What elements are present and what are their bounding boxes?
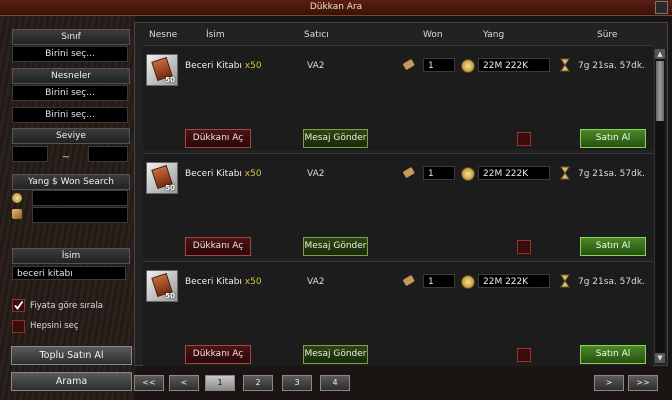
bulk-buy-button[interactable]: Toplu Satın Al — [11, 346, 132, 365]
open-shop-button[interactable]: Dükkanı Aç — [185, 237, 251, 256]
time-remaining: 7g 21sa. 57dk. — [578, 277, 645, 287]
listing-row: 50 Beceri Kitabı x50 VA2 1 22M 222K 7g 2… — [143, 153, 653, 258]
name-search-input[interactable]: beceri kitabı — [12, 266, 126, 280]
won-icon — [403, 59, 415, 70]
item-name: Beceri Kitabı x50 — [185, 277, 262, 287]
level-label: Seviye — [12, 128, 130, 144]
won-price: 1 — [423, 58, 455, 72]
scroll-down-icon[interactable]: ▼ — [655, 353, 665, 363]
page-button-3[interactable]: 3 — [282, 375, 312, 391]
class-select[interactable]: Birini seç... — [12, 46, 128, 62]
skill-book-icon: 50 — [146, 54, 178, 86]
column-header-item: Nesne — [149, 30, 178, 40]
scroll-up-icon[interactable]: ▲ — [655, 49, 665, 59]
column-header-time: Süre — [597, 30, 618, 40]
column-header-name: İsim — [206, 30, 225, 40]
item-subcategory-select[interactable]: Birini seç... — [12, 107, 128, 123]
time-remaining: 7g 21sa. 57dk. — [578, 169, 645, 179]
won-search-input[interactable] — [32, 207, 128, 223]
buy-button[interactable]: Satın Al — [580, 129, 646, 148]
page-button-4[interactable]: 4 — [320, 375, 350, 391]
level-min-input[interactable] — [12, 146, 48, 162]
won-search-label: Yang $ Won Search — [12, 174, 130, 190]
row-select-checkbox[interactable] — [517, 348, 531, 362]
open-shop-button[interactable]: Dükkanı Aç — [185, 345, 251, 364]
won-icon — [403, 167, 415, 178]
row-select-checkbox[interactable] — [517, 240, 531, 254]
checkmark-icon — [14, 300, 24, 310]
item-count: 50 — [165, 76, 175, 84]
hourglass-icon — [560, 274, 570, 288]
yang-search-input[interactable] — [32, 190, 128, 206]
item-category-select[interactable]: Birini seç... — [12, 85, 128, 101]
scrollbar-thumb[interactable] — [656, 61, 664, 121]
sort-by-price-label: Fiyata göre sırala — [30, 301, 104, 311]
send-message-button[interactable]: Mesaj Gönder — [303, 129, 368, 148]
select-all-checkbox[interactable] — [12, 320, 25, 333]
page-button-1[interactable]: 1 — [205, 375, 235, 391]
prev-page-button[interactable]: < — [169, 375, 199, 391]
item-name: Beceri Kitabı x50 — [185, 61, 262, 71]
window-title: Dükkan Ara — [309, 2, 363, 12]
won-price: 1 — [423, 166, 455, 180]
last-page-button[interactable]: >> — [628, 375, 658, 391]
won-icon — [12, 209, 22, 219]
buy-button[interactable]: Satın Al — [580, 345, 646, 364]
class-label: Sınıf — [12, 29, 130, 45]
level-max-input[interactable] — [88, 146, 128, 162]
buy-button[interactable]: Satın Al — [580, 237, 646, 256]
first-page-button[interactable]: << — [134, 375, 164, 391]
column-header-won: Won — [423, 30, 443, 40]
won-icon — [403, 275, 415, 286]
sort-by-price-checkbox[interactable] — [12, 299, 25, 312]
close-button[interactable] — [655, 1, 668, 14]
won-price: 1 — [423, 274, 455, 288]
yang-price: 22M 222K — [478, 58, 550, 72]
row-select-checkbox[interactable] — [517, 132, 531, 146]
yang-coin-icon — [461, 59, 475, 73]
listing-row: 50 Beceri Kitabı x50 VA2 1 22M 222K 7g 2… — [143, 261, 653, 366]
yang-price: 22M 222K — [478, 274, 550, 288]
open-shop-button[interactable]: Dükkanı Aç — [185, 129, 251, 148]
name-label: İsim — [12, 248, 130, 264]
item-name: Beceri Kitabı x50 — [185, 169, 262, 179]
yang-coin-icon — [461, 275, 475, 289]
column-header-seller: Satıcı — [304, 30, 329, 40]
next-page-button[interactable]: > — [594, 375, 624, 391]
column-header-yang: Yang — [483, 30, 505, 40]
item-quantity: x50 — [244, 169, 262, 179]
listing-row: 50 Beceri Kitabı x50 VA2 1 22M 222K 7g 2… — [143, 45, 653, 150]
send-message-button[interactable]: Mesaj Gönder — [303, 345, 368, 364]
yang-price: 22M 222K — [478, 166, 550, 180]
page-button-2[interactable]: 2 — [243, 375, 273, 391]
select-all-label: Hepsini seç — [30, 321, 79, 331]
results-scrollbar[interactable]: ▲ ▼ — [654, 49, 665, 363]
yang-coin-icon — [461, 167, 475, 181]
level-separator: ~ — [61, 152, 71, 163]
item-count: 50 — [165, 184, 175, 192]
yang-coin-icon — [12, 193, 22, 203]
search-button[interactable]: Arama — [11, 372, 132, 391]
skill-book-icon: 50 — [146, 270, 178, 302]
send-message-button[interactable]: Mesaj Gönder — [303, 237, 368, 256]
skill-book-icon: 50 — [146, 162, 178, 194]
item-quantity: x50 — [244, 61, 262, 71]
hourglass-icon — [560, 166, 570, 180]
window-title-bar: Dükkan Ara — [0, 0, 672, 16]
results-panel: Nesne İsim Satıcı Won Yang Süre 50 Becer… — [134, 22, 668, 366]
seller-name: VA2 — [307, 61, 325, 71]
item-quantity: x50 — [244, 277, 262, 287]
time-remaining: 7g 21sa. 57dk. — [578, 61, 645, 71]
item-count: 50 — [165, 292, 175, 300]
seller-name: VA2 — [307, 277, 325, 287]
seller-name: VA2 — [307, 169, 325, 179]
hourglass-icon — [560, 58, 570, 72]
search-sidebar: Sınıf Birini seç... Nesneler Birini seç.… — [0, 16, 135, 400]
items-label: Nesneler — [12, 68, 130, 84]
